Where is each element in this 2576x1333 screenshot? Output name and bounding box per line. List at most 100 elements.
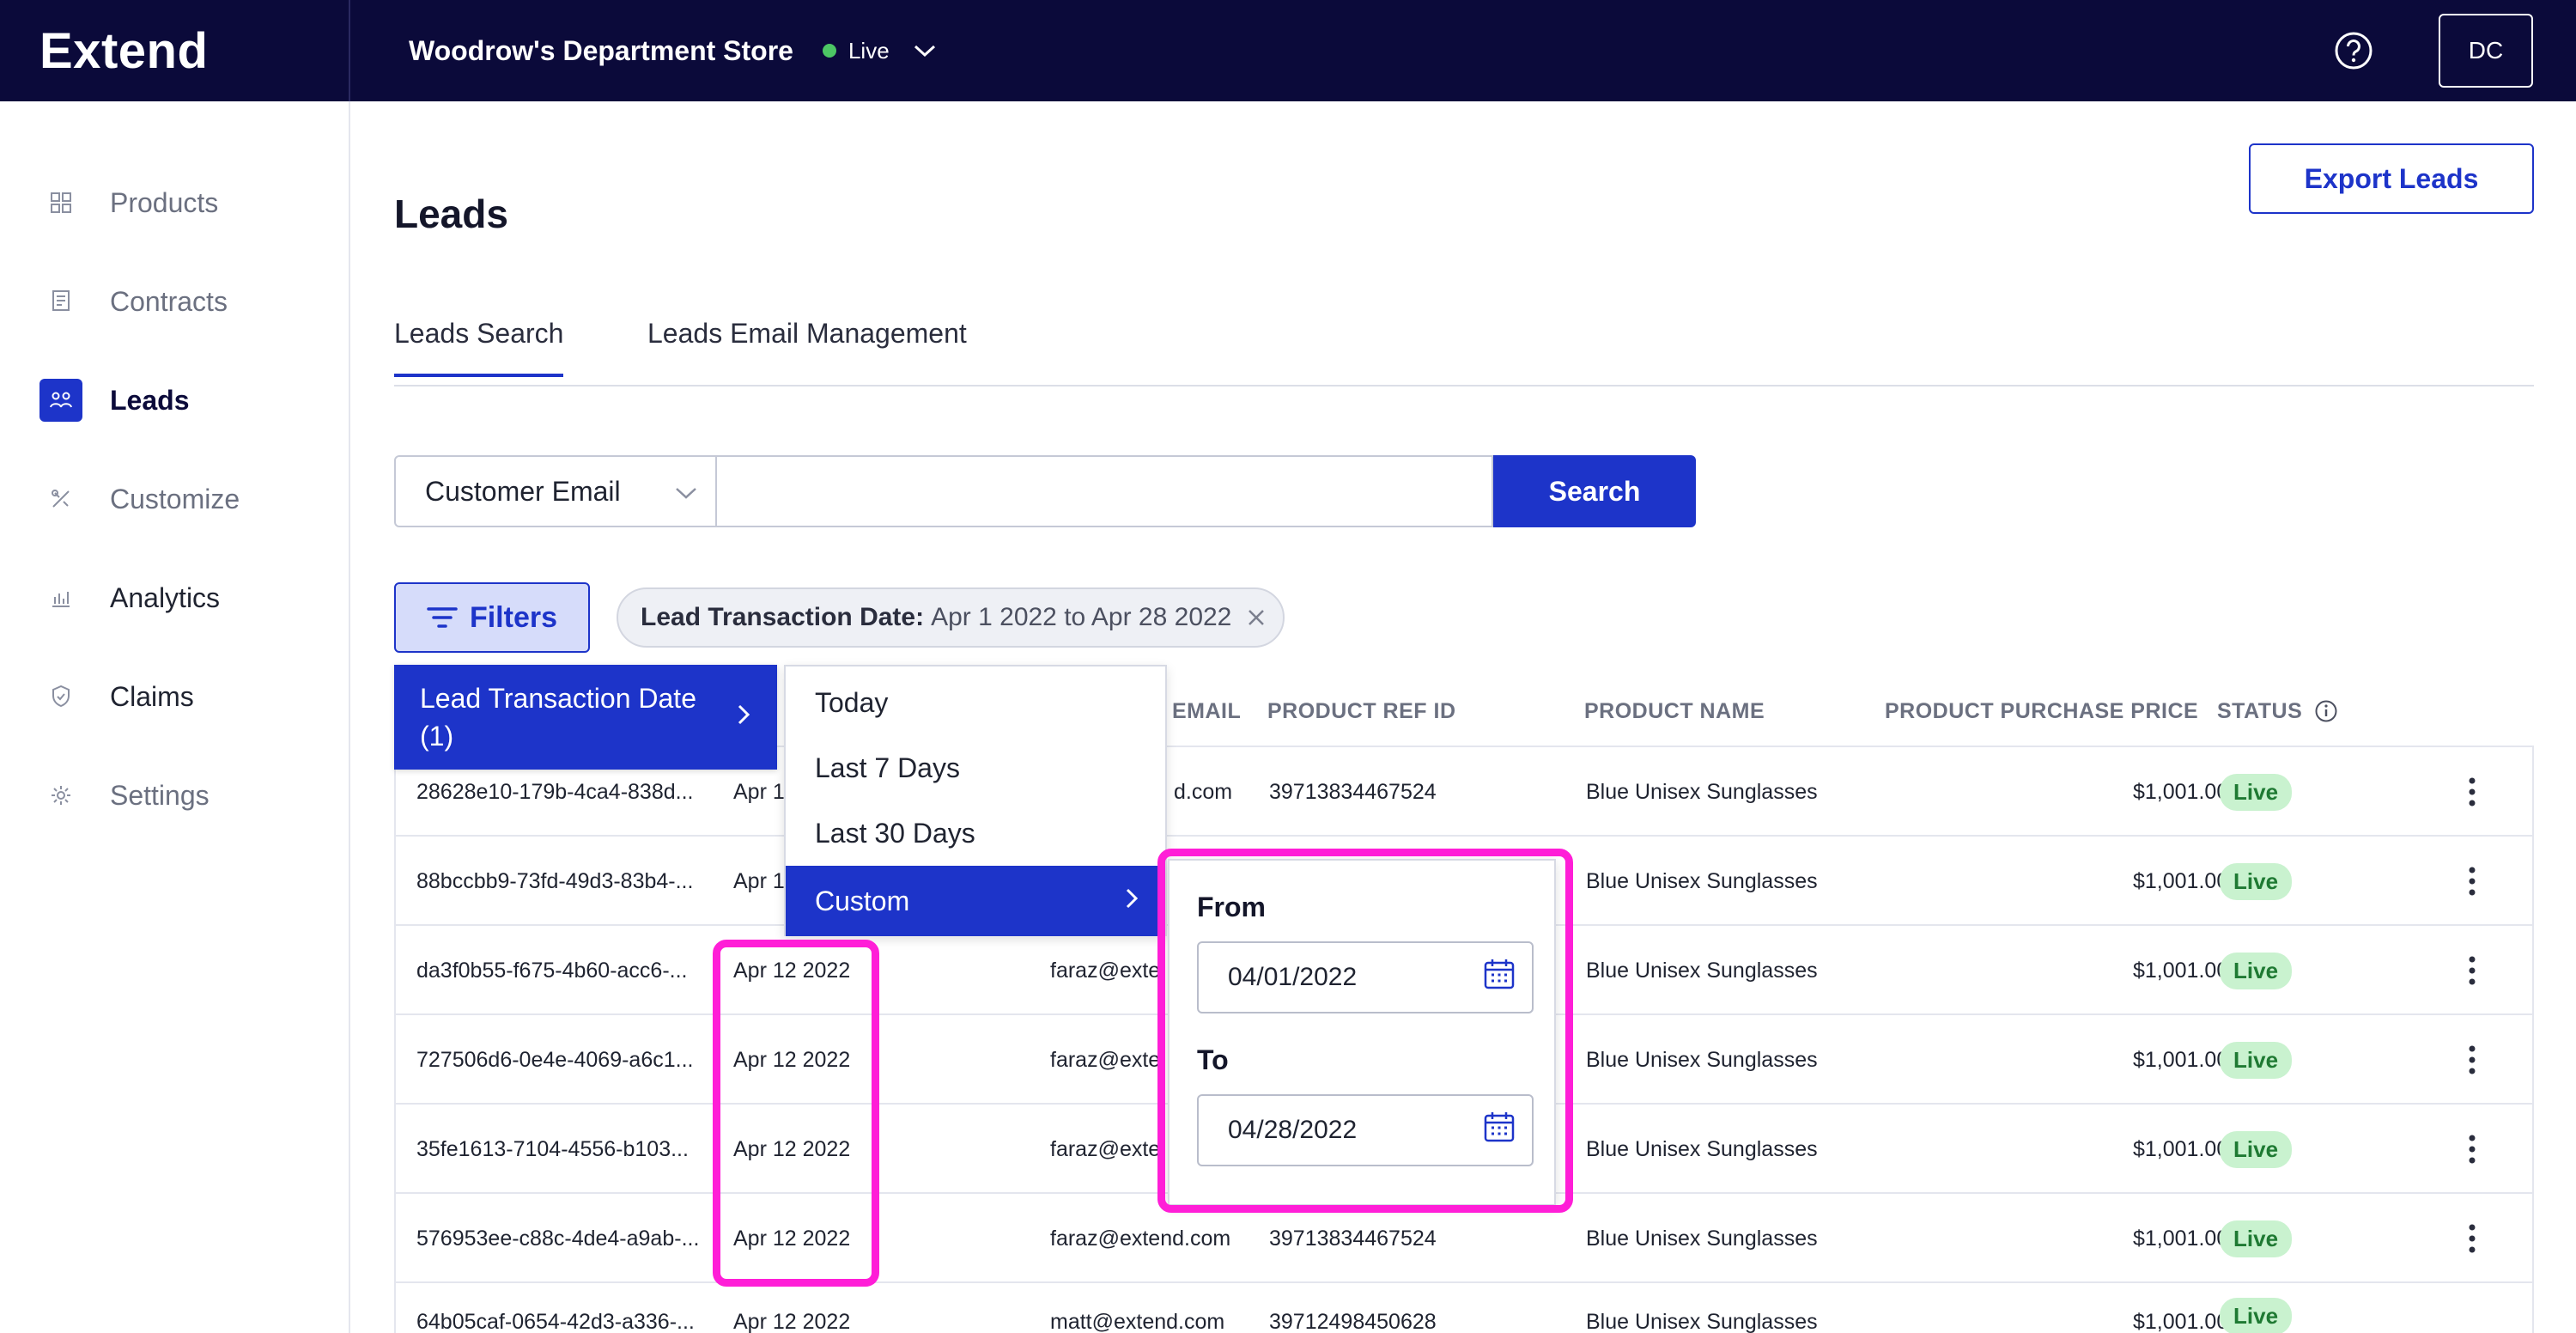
export-leads-button[interactable]: Export Leads (2249, 143, 2534, 214)
user-avatar[interactable]: DC (2439, 14, 2533, 88)
more-options-icon[interactable] (2455, 1221, 2489, 1256)
sidebar-item-label: Customize (110, 483, 240, 514)
column-header-status: STATUS (2217, 699, 2338, 724)
more-options-icon[interactable] (2455, 1132, 2489, 1166)
status-badge: Live (2220, 953, 2293, 989)
column-header: STATUS (2217, 698, 2303, 723)
store-status: Live (848, 37, 890, 64)
status-badge: Live (2220, 1131, 2293, 1168)
help-icon[interactable] (2332, 29, 2375, 72)
lead-date: Apr 12 2022 (733, 1137, 851, 1161)
menu-item-label: Custom (815, 885, 910, 916)
menu-item-last-7-days[interactable]: Last 7 Days (786, 735, 1165, 800)
sidebar-item-claims[interactable]: Claims (39, 673, 194, 721)
lead-email: matt@extend.com (1050, 1310, 1225, 1333)
filters-button[interactable]: Filters (394, 582, 590, 653)
close-icon[interactable] (1245, 606, 1267, 629)
chevron-down-icon[interactable] (912, 38, 938, 64)
product-name: Blue Unisex Sunglasses (1586, 959, 1818, 983)
menu-item-last-30-days[interactable]: Last 30 Days (786, 800, 1165, 866)
search-field-select[interactable]: Customer Email (394, 455, 717, 527)
sidebar-item-label: Settings (110, 779, 210, 811)
status-badge: Live (2220, 1042, 2293, 1079)
filter-category-label: Lead Transaction Date (1) (420, 683, 696, 752)
column-header: PRODUCT NAME (1584, 698, 1765, 723)
lead-id[interactable]: 576953ee-c88c-4de4-a9ab-... (416, 1194, 699, 1284)
product-name: Blue Unisex Sunglasses (1586, 780, 1818, 804)
sidebar-item-analytics[interactable]: Analytics (39, 574, 220, 622)
search-field-value: Customer Email (425, 475, 621, 507)
from-date-input[interactable]: 04/01/2022 (1197, 941, 1534, 1013)
menu-item-today[interactable]: Today (786, 670, 1165, 735)
purchase-price: $1,001.00 (2133, 869, 2229, 893)
sidebar: Products Contracts Leads Customize Analy… (0, 101, 350, 1333)
product-name: Blue Unisex Sunglasses (1586, 1137, 1818, 1161)
search-button[interactable]: Search (1493, 455, 1696, 527)
top-right-controls: DC (2332, 14, 2533, 88)
from-label: From (1197, 892, 1266, 922)
sidebar-item-label: Analytics (110, 581, 221, 613)
chip-value: Apr 1 2022 to Apr 28 2022 (931, 603, 1232, 631)
info-icon[interactable] (2314, 699, 2338, 723)
search-input[interactable] (717, 455, 1493, 527)
more-options-icon[interactable] (2455, 1043, 2489, 1077)
chevron-right-icon (1124, 886, 1139, 917)
filter-icon (427, 606, 458, 630)
from-date-value: 04/01/2022 (1228, 963, 1358, 991)
lead-date: Apr 12 2022 (733, 959, 851, 983)
lead-date: Apr 12 2022 (733, 1048, 851, 1072)
sidebar-item-contracts[interactable]: Contracts (39, 277, 228, 326)
lead-id[interactable]: 35fe1613-7104-4556-b103... (416, 1105, 689, 1195)
chip-label: Lead Transaction Date: (641, 603, 925, 631)
page-title: Leads (394, 192, 508, 236)
sidebar-item-label: Claims (110, 680, 194, 712)
to-date-input[interactable]: 04/28/2022 (1197, 1094, 1534, 1166)
lead-id[interactable]: da3f0b55-f675-4b60-acc6-... (416, 926, 688, 1016)
people-icon (39, 379, 82, 422)
active-filter-chip: Lead Transaction Date: Apr 1 2022 to Apr… (617, 587, 1285, 648)
menu-item-custom[interactable]: Custom (786, 866, 1165, 936)
sidebar-item-products[interactable]: Products (39, 179, 218, 227)
product-name: Blue Unisex Sunglasses (1586, 1310, 1818, 1333)
status-badge: Live (2220, 863, 2293, 900)
column-header: PRODUCT REF ID (1267, 698, 1456, 723)
lead-id[interactable]: 88bccbb9-73fd-49d3-83b4-... (416, 837, 693, 927)
sidebar-item-customize[interactable]: Customize (39, 475, 240, 523)
sidebar-item-label: Leads (110, 384, 190, 416)
calendar-icon[interactable] (1482, 957, 1516, 998)
search-row: Customer Email Search (394, 455, 1696, 527)
chevron-right-icon (736, 698, 751, 736)
to-label: To (1197, 1044, 1229, 1075)
shield-icon (39, 675, 82, 718)
lead-date: Apr 12 2022 (733, 1226, 851, 1251)
lead-email: faraz@exte (1050, 959, 1161, 983)
column-header: PRODUCT PURCHASE PRICE (1885, 698, 2199, 723)
store-switcher[interactable]: Woodrow's Department Store Live (409, 35, 938, 67)
purchase-price: $1,001.00 (2133, 780, 2229, 804)
calendar-icon[interactable] (1482, 1110, 1516, 1151)
purchase-price: $1,001.00 (2133, 1310, 2229, 1333)
product-name: Blue Unisex Sunglasses (1586, 869, 1818, 893)
tab-leads-email-management[interactable]: Leads Email Management (647, 318, 967, 374)
lead-email: faraz@exte (1050, 1137, 1161, 1161)
sidebar-item-settings[interactable]: Settings (39, 771, 210, 819)
product-name: Blue Unisex Sunglasses (1586, 1048, 1818, 1072)
date-range-menu: Today Last 7 Days Last 30 Days Custom (784, 665, 1167, 936)
brand-logo[interactable]: Extend (0, 0, 350, 101)
sidebar-item-label: Products (110, 186, 219, 218)
tab-bar: Leads Search Leads Email Management (394, 309, 2534, 387)
purchase-price: $1,001.00 (2133, 959, 2229, 983)
tab-leads-search[interactable]: Leads Search (394, 318, 564, 377)
more-options-icon[interactable] (2455, 953, 2489, 988)
tools-icon (39, 478, 82, 520)
chart-icon (39, 576, 82, 619)
more-options-icon[interactable] (2455, 775, 2489, 809)
lead-email: faraz@exte (1050, 1048, 1161, 1072)
lead-date: Apr 1 (733, 869, 785, 893)
lead-id[interactable]: 64b05caf-0654-42d3-a336-... (416, 1283, 695, 1333)
table-row[interactable]: 64b05caf-0654-42d3-a336-... Apr 12 2022 … (394, 1281, 2534, 1333)
sidebar-item-leads[interactable]: Leads (39, 376, 189, 424)
filter-category-lead-transaction-date[interactable]: Lead Transaction Date (1) (394, 665, 777, 770)
lead-id[interactable]: 727506d6-0e4e-4069-a6c1... (416, 1015, 694, 1105)
more-options-icon[interactable] (2455, 864, 2489, 898)
